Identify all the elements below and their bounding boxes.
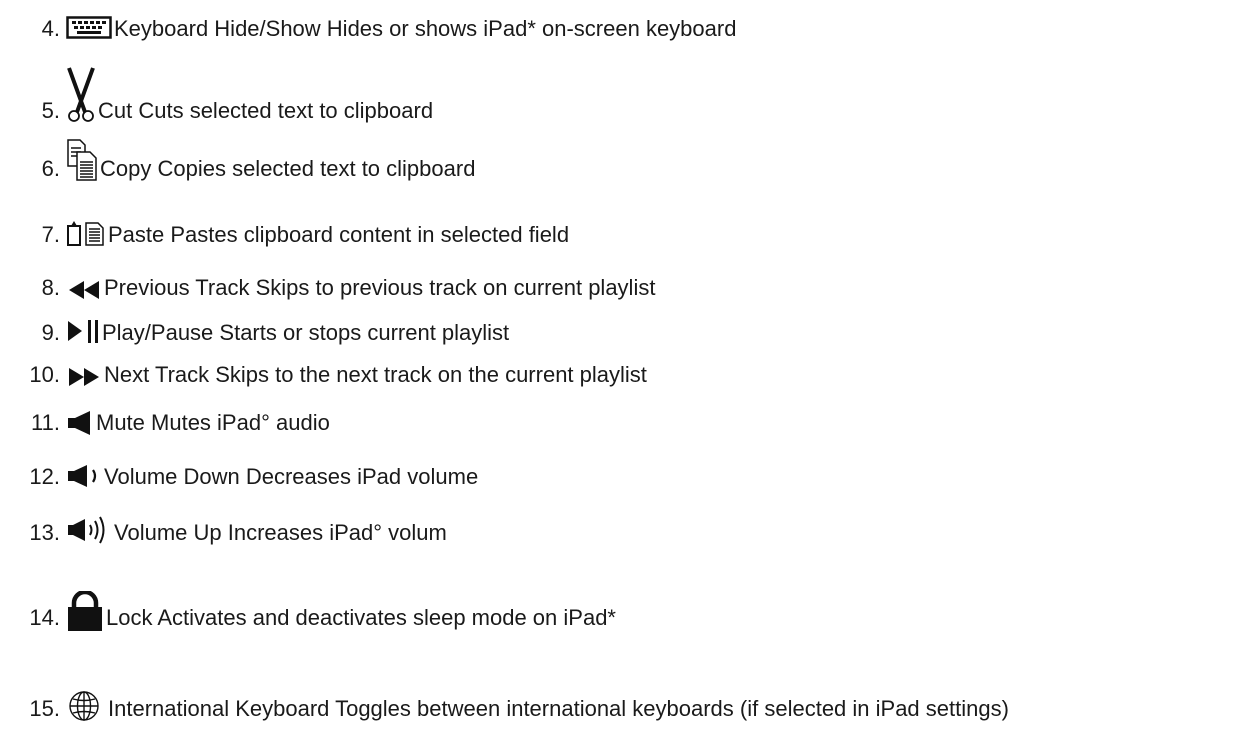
copy-icon [66,138,98,182]
item-text: Mute Mutes iPad° audio [96,410,330,435]
item-number: 13. [29,520,60,545]
volume-up-icon [66,514,112,546]
item-text: Next Track Skips to the next track on th… [104,362,647,387]
item-number: 14. [29,605,60,630]
item-number: 6. [41,156,60,181]
list-item: 7. Paste Pastes clipboard content in sel… [0,220,569,248]
item-number: 12. [29,464,60,489]
list-item: 15. International Keyboard Toggles betwe… [0,690,1009,722]
list-item: 6. Copy Copies selected text to clipboar… [0,138,475,182]
list-item: 14. Lock Activates and deactivates sleep… [0,591,616,631]
list-item: 13. Volume Up Increases iPad° volum [0,514,447,546]
globe-icon [68,690,100,722]
item-text: Copy Copies selected text to clipboard [100,156,476,181]
volume-down-icon [66,462,102,490]
list-item: 5. Cut Cuts selected text to clipboard [0,66,433,124]
next-track-icon [66,366,102,388]
item-text: Cut Cuts selected text to clipboard [98,98,434,123]
item-number: 7. [41,222,60,247]
item-text: Previous Track Skips to previous track o… [104,275,656,300]
item-number: 4. [41,16,60,41]
previous-track-icon [66,279,102,301]
play-pause-icon [66,318,100,346]
list-item: 9. Play/Pause Starts or stops current pl… [0,318,509,346]
item-text: Lock Activates and deactivates sleep mod… [106,605,616,630]
item-number: 15. [29,696,60,721]
list-item: 8. Previous Track Skips to previous trac… [0,275,656,301]
keyboard-icon [66,16,112,42]
item-number: 10. [29,362,60,387]
item-text: Volume Up Increases iPad° volum [114,520,447,545]
item-text: Paste Pastes clipboard content in select… [108,222,570,247]
list-item: 11. Mute Mutes iPad° audio [0,410,330,436]
list-item: 12. Volume Down Decreases iPad volume [0,462,478,490]
item-text: Volume Down Decreases iPad volume [104,464,479,489]
item-number: 5. [41,98,60,123]
item-number: 11. [31,410,60,435]
paste-icon [66,220,106,248]
lock-icon [66,591,104,631]
list-item: 4. Keyboard Hide/Show Hides or shows iPa… [0,16,737,42]
item-text: International Keyboard Toggles between i… [108,696,1009,721]
mute-icon [66,410,94,436]
item-text: Play/Pause Starts or stops current playl… [102,320,510,345]
item-number: 9. [41,320,60,345]
item-text: Keyboard Hide/Show Hides or shows iPad* … [114,16,737,41]
list-item: 10. Next Track Skips to the next track o… [0,362,647,388]
scissors-icon [66,66,96,124]
item-number: 8. [41,275,60,300]
